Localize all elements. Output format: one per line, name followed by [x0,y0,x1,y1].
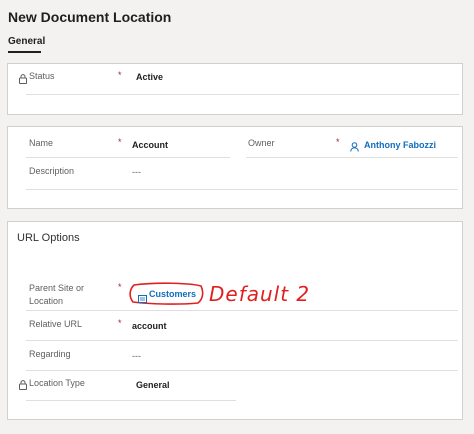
status-label: Status [29,71,55,81]
location-type-label: Location Type [29,378,85,388]
relative-url-label: Relative URL [29,319,83,329]
regarding-field[interactable]: --- [132,351,141,361]
name-divider [26,157,230,158]
handwritten-annotation: Default 2 [209,282,311,306]
page-title: New Document Location [8,9,172,25]
lock-icon [19,377,27,395]
relative-url-required-marker: * [118,318,122,328]
parent-site-divider [26,310,458,311]
regarding-divider [26,370,458,371]
status-section: Status * Active [7,63,463,115]
owner-required-marker: * [336,137,340,147]
location-type-value: General [136,380,170,390]
relative-url-divider [26,340,458,341]
owner-divider [246,157,458,158]
status-required-marker: * [118,70,122,80]
person-icon [350,139,359,157]
details-section: Name * Account Owner * Anthony Fabozzi D… [7,126,463,209]
description-field[interactable]: --- [132,167,141,177]
name-field[interactable]: Account [132,140,168,150]
name-required-marker: * [118,137,122,147]
name-label: Name [29,138,54,148]
parent-site-required-marker: * [118,282,122,292]
description-label: Description [29,166,75,176]
tab-active-indicator [8,51,41,53]
owner-label: Owner [248,138,275,148]
parent-site-value[interactable]: Customers [149,289,196,299]
form-page: New Document Location General Status * A… [0,0,474,434]
relative-url-field[interactable]: account [132,321,167,331]
lock-icon [19,71,27,89]
parent-site-label-line1: Parent Site or [29,283,85,293]
description-divider [26,189,458,190]
url-options-section: URL Options Parent Site or Location * Cu… [7,221,463,420]
owner-link[interactable]: Anthony Fabozzi [364,140,436,150]
record-icon [138,290,147,308]
parent-site-label-line2: Location [29,296,64,306]
parent-site-lookup[interactable]: Customers [128,282,204,305]
status-value: Active [136,72,164,82]
regarding-label: Regarding [29,349,71,359]
location-type-divider [26,400,236,401]
url-options-header: URL Options [17,232,80,244]
tab-general[interactable]: General [8,36,45,47]
status-divider [26,94,459,95]
